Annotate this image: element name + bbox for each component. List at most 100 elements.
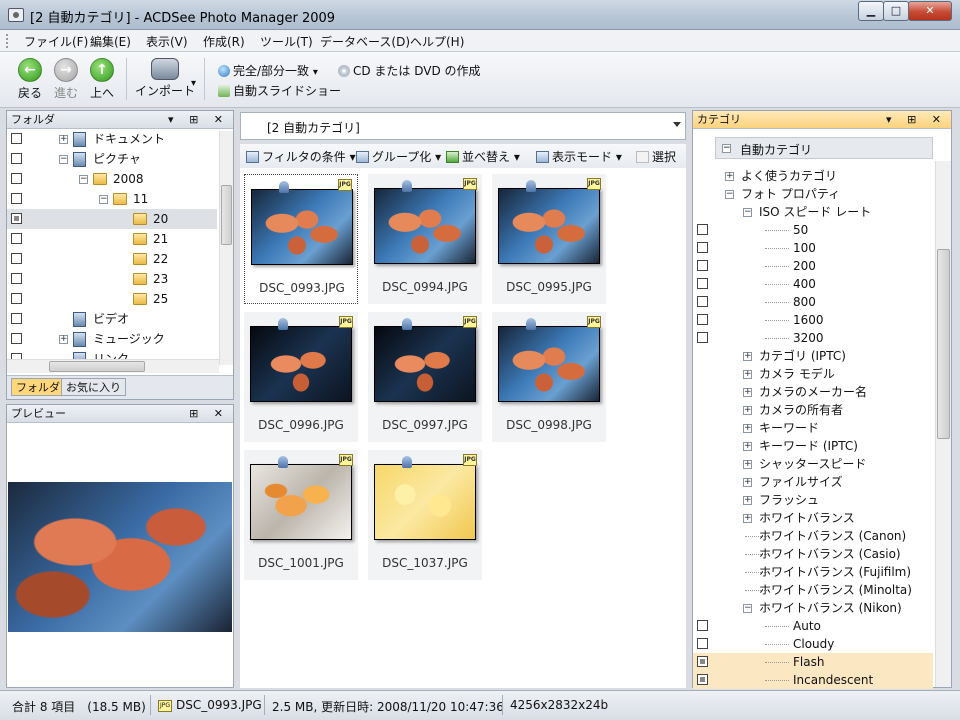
address-dropdown-icon[interactable] <box>673 122 681 127</box>
category-checkbox[interactable] <box>697 656 708 667</box>
category-item[interactable]: 50 <box>693 221 933 239</box>
category-checkbox[interactable] <box>697 296 708 307</box>
category-checkbox[interactable] <box>697 638 708 649</box>
slideshow-button[interactable]: 自動スライドショー <box>218 82 341 99</box>
select-button[interactable]: 選択 <box>636 148 676 165</box>
menu-tools[interactable]: ツール(T) <box>260 33 313 50</box>
menu-view[interactable]: 表示(V) <box>146 33 188 50</box>
folder-checkbox[interactable] <box>11 153 22 164</box>
folder-checkbox[interactable] <box>11 253 22 264</box>
folder-checkbox[interactable] <box>11 173 22 184</box>
category-item[interactable]: Auto <box>693 617 933 635</box>
filter-button[interactable]: フィルタの条件 ▾ <box>246 148 356 165</box>
expand-icon[interactable]: + <box>725 172 734 181</box>
folder-item[interactable]: ビデオ <box>7 309 217 329</box>
thumbnail-item[interactable]: JPG DSC_1037.JPG <box>368 450 482 580</box>
category-item[interactable]: 100 <box>693 239 933 257</box>
collapse-icon[interactable]: − <box>743 604 752 613</box>
thumbnail-item[interactable]: JPG DSC_0993.JPG <box>244 174 358 304</box>
category-item[interactable]: ホワイトバランス (Casio) <box>693 545 933 563</box>
expand-icon[interactable]: + <box>743 406 752 415</box>
thumbnail-item[interactable]: JPG DSC_0998.JPG <box>492 312 606 442</box>
maximize-button[interactable]: □ <box>883 1 909 21</box>
folder-checkbox[interactable] <box>11 213 22 224</box>
expand-icon[interactable]: + <box>59 135 68 144</box>
folder-horizontal-scrollbar[interactable] <box>7 359 219 373</box>
expand-icon[interactable]: + <box>59 335 68 344</box>
import-dropdown-icon[interactable]: ▾ <box>191 78 196 89</box>
category-item[interactable]: + フラッシュ <box>693 491 933 509</box>
category-item[interactable]: + カテゴリ (IPTC) <box>693 347 933 365</box>
expand-icon[interactable]: + <box>743 352 752 361</box>
collapse-icon[interactable]: − <box>743 208 752 217</box>
category-item[interactable]: + シャッタースピード <box>693 455 933 473</box>
menu-database[interactable]: データベース(D) <box>320 33 410 50</box>
panel-controls[interactable]: ▾ ⊞ ✕ <box>886 111 947 128</box>
folder-item[interactable]: + ミュージック <box>7 329 217 349</box>
folder-checkbox[interactable] <box>11 293 22 304</box>
category-checkbox[interactable] <box>697 314 708 325</box>
folder-checkbox[interactable] <box>11 133 22 144</box>
expand-icon[interactable]: + <box>743 460 752 469</box>
folder-item[interactable]: 22 <box>7 249 217 269</box>
expand-icon[interactable]: + <box>743 496 752 505</box>
match-button[interactable]: 完全/部分一致 ▾ <box>218 62 318 79</box>
menu-file[interactable]: ファイル(F) <box>24 33 88 50</box>
menu-edit[interactable]: 編集(E) <box>90 33 131 50</box>
forward-button[interactable]: → 進む <box>50 58 82 101</box>
collapse-icon[interactable]: − <box>725 190 734 199</box>
category-item[interactable]: Flash <box>693 653 933 671</box>
app-icon[interactable] <box>8 8 24 22</box>
match-dropdown-icon[interactable]: ▾ <box>313 67 318 78</box>
folder-item[interactable]: 21 <box>7 229 217 249</box>
category-item[interactable]: ホワイトバランス (Canon) <box>693 527 933 545</box>
category-checkbox[interactable] <box>697 620 708 631</box>
tab-folders[interactable]: フォルダ <box>11 378 65 396</box>
category-item[interactable]: + ホワイトバランス <box>693 509 933 527</box>
category-item[interactable]: + よく使うカテゴリ <box>693 167 933 185</box>
category-item[interactable]: + キーワード (IPTC) <box>693 437 933 455</box>
menu-create[interactable]: 作成(R) <box>203 33 245 50</box>
panel-controls[interactable]: ⊞ ✕ <box>189 405 229 422</box>
folder-item[interactable]: 23 <box>7 269 217 289</box>
collapse-icon[interactable]: − <box>79 175 88 184</box>
category-item[interactable]: + カメラ モデル <box>693 365 933 383</box>
folder-checkbox[interactable] <box>11 313 22 324</box>
folder-checkbox[interactable] <box>11 273 22 284</box>
expand-icon[interactable]: + <box>743 514 752 523</box>
import-button[interactable]: インポート ▾ <box>134 58 196 99</box>
category-root[interactable]: − 自動カテゴリ <box>715 137 933 159</box>
folder-item[interactable]: − 11 <box>7 189 217 209</box>
menu-help[interactable]: ヘルプ(H) <box>410 33 464 50</box>
address-bar[interactable]: [2 自動カテゴリ] <box>240 112 686 140</box>
folder-item[interactable]: 25 <box>7 289 217 309</box>
thumbnail-item[interactable]: JPG DSC_0996.JPG <box>244 312 358 442</box>
thumbnail-item[interactable]: JPG DSC_0995.JPG <box>492 174 606 304</box>
category-item[interactable]: − ホワイトバランス (Nikon) <box>693 599 933 617</box>
category-item[interactable]: + カメラのメーカー名 <box>693 383 933 401</box>
close-button[interactable]: ✕ <box>908 1 952 21</box>
view-mode-button[interactable]: 表示モード ▾ <box>536 148 622 165</box>
folder-vertical-scrollbar[interactable] <box>219 131 233 365</box>
up-button[interactable]: ↑ 上へ <box>86 58 118 101</box>
sort-button[interactable]: 並べ替え ▾ <box>446 148 520 165</box>
category-checkbox[interactable] <box>697 674 708 685</box>
category-vertical-scrollbar[interactable] <box>935 161 951 687</box>
folder-checkbox[interactable] <box>11 193 22 204</box>
expand-icon[interactable]: + <box>743 424 752 433</box>
category-item[interactable]: Incandescent <box>693 671 933 689</box>
minimize-button[interactable]: ▁ <box>858 1 884 21</box>
category-item[interactable]: + キーワード <box>693 419 933 437</box>
menu-grip[interactable] <box>6 34 9 48</box>
folder-item[interactable]: 20 <box>7 209 217 229</box>
category-item[interactable]: 200 <box>693 257 933 275</box>
category-item[interactable]: ホワイトバランス (Fujifilm) <box>693 563 933 581</box>
expand-icon[interactable]: + <box>743 478 752 487</box>
category-item[interactable]: 800 <box>693 293 933 311</box>
back-button[interactable]: ← 戻る <box>14 58 46 101</box>
folder-checkbox[interactable] <box>11 333 22 344</box>
folder-checkbox[interactable] <box>11 233 22 244</box>
cd-dvd-button[interactable]: CD または DVD の作成 <box>338 62 481 79</box>
scroll-thumb[interactable] <box>49 361 145 372</box>
expand-icon[interactable]: + <box>743 370 752 379</box>
